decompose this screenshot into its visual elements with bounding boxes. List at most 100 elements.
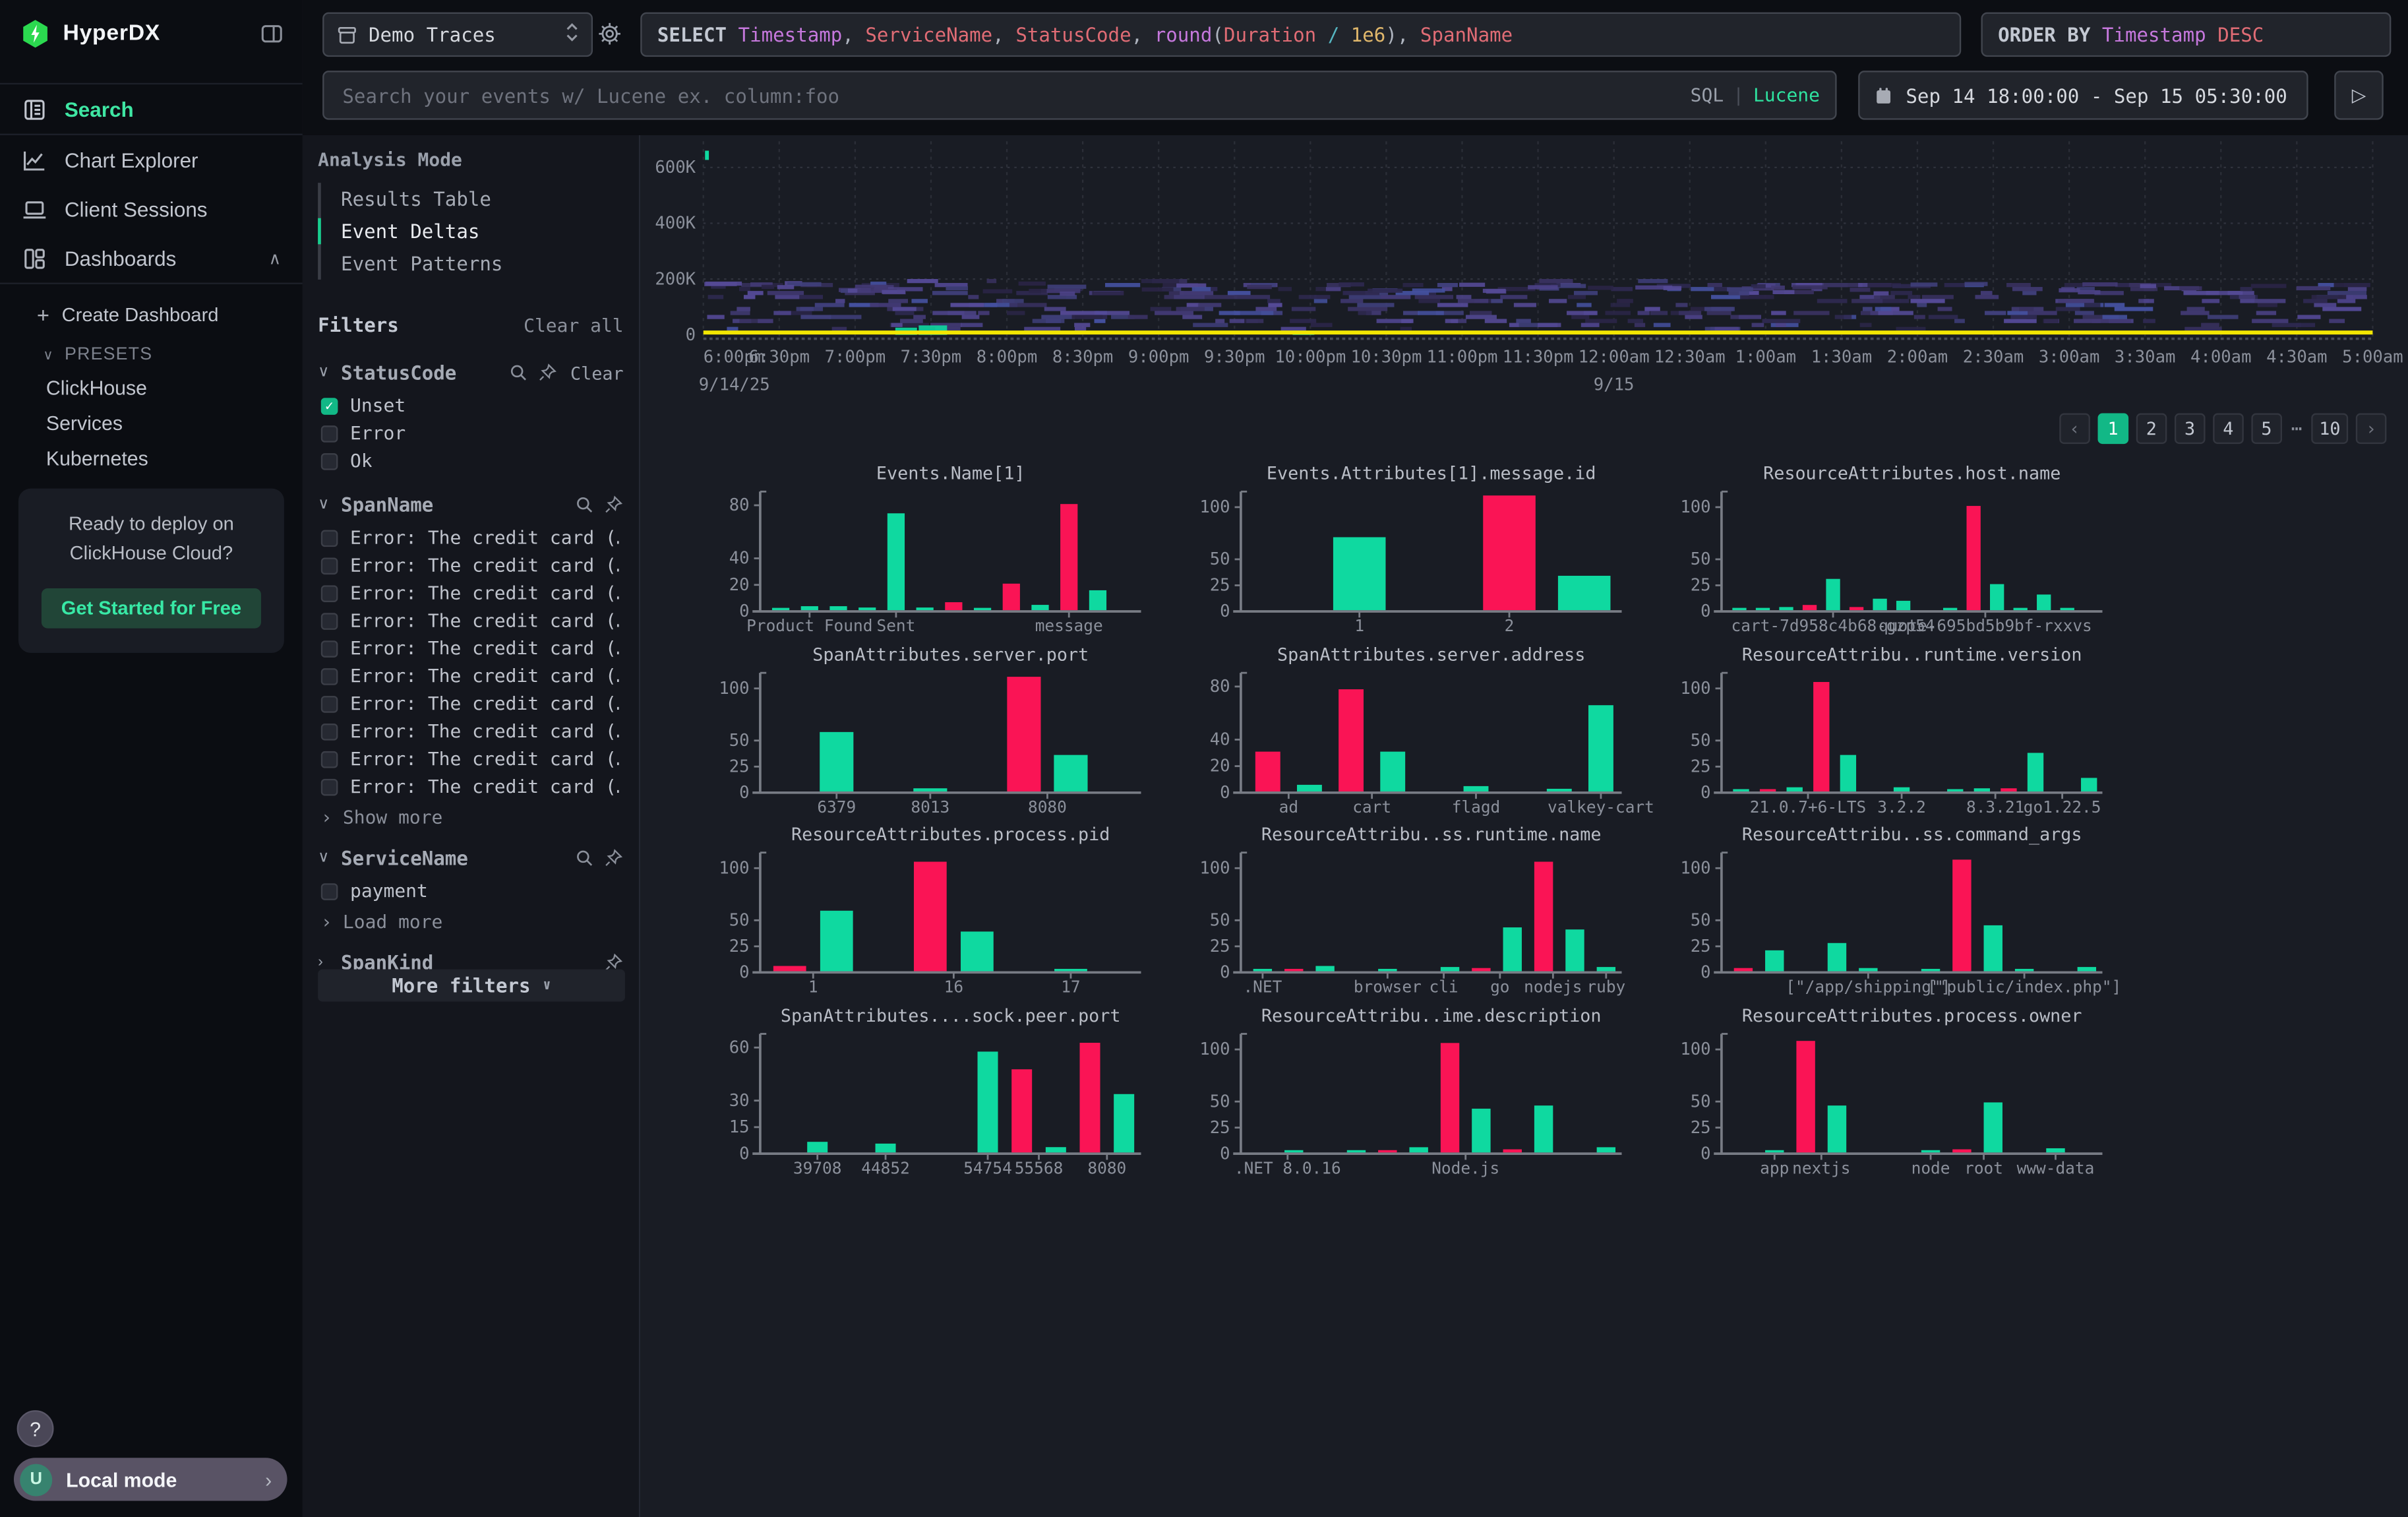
order-by-input[interactable]: ORDER BY Timestamp DESC (1981, 13, 2392, 57)
svg-text:1:30am: 1:30am (1811, 348, 1873, 367)
svg-text:8013: 8013 (911, 797, 949, 816)
local-mode-button[interactable]: U Local mode › (14, 1458, 287, 1501)
query-token: ), (1385, 23, 1420, 46)
svg-text:25: 25 (1210, 576, 1230, 596)
search-input[interactable] (340, 82, 1678, 109)
checkbox-checked[interactable]: ✓ (321, 397, 338, 414)
checkbox[interactable] (321, 529, 338, 546)
svg-text:8:00pm: 8:00pm (977, 348, 1038, 367)
filter-option[interactable]: Error: The credit card (… (303, 635, 639, 662)
analysis-mode-results-table[interactable]: Results Table (321, 183, 639, 215)
query-token: DESC (2217, 23, 2264, 46)
checkbox[interactable] (321, 557, 338, 574)
analysis-mode-event-deltas[interactable]: Event Deltas (321, 215, 639, 247)
more-filters-button[interactable]: More filters ∨ (318, 970, 625, 1002)
svg-text:0: 0 (739, 1143, 749, 1163)
search-icon[interactable] (574, 848, 594, 868)
clear-group-button[interactable]: Clear (570, 361, 624, 383)
svg-text:4:00am: 4:00am (2190, 348, 2252, 367)
svg-text:15: 15 (729, 1117, 750, 1136)
filter-option-label: Error (350, 422, 406, 444)
checkbox[interactable] (321, 452, 338, 470)
query-token: SpanName (1420, 23, 1513, 46)
filter-option[interactable]: Ok (303, 447, 639, 475)
pagination-page-2[interactable]: 2 (2136, 414, 2167, 445)
pagination-page-5[interactable]: 5 (2251, 414, 2282, 445)
filter-option[interactable]: Error: The credit card (… (303, 745, 639, 773)
sidebar-item-client-sessions[interactable]: Client Sessions (0, 184, 303, 233)
filter-option[interactable]: Error: The credit card (… (303, 662, 639, 690)
footer-label: Load more (343, 911, 442, 933)
svg-text:ResourceAttributes.process.own: ResourceAttributes.process.owner (1742, 1005, 2082, 1026)
preset-item-clickhouse[interactable]: ClickHouse (0, 370, 303, 406)
search-icon[interactable] (509, 363, 529, 383)
filter-option[interactable]: payment (303, 877, 639, 905)
search-bar: SQL | Lucene (322, 71, 1836, 120)
checkbox[interactable] (321, 723, 338, 740)
analysis-mode-list: Results TableEvent DeltasEvent Patterns (318, 183, 639, 280)
svg-text:6379: 6379 (817, 797, 856, 816)
pagination-page-4[interactable]: 4 (2213, 414, 2244, 445)
gear-icon[interactable] (597, 22, 622, 54)
load-more-button[interactable]: ›Load more (303, 905, 639, 933)
sidebar-item-dashboards[interactable]: Dashboards∧ (0, 233, 303, 284)
filter-option[interactable]: Error: The credit card (… (303, 607, 639, 635)
filter-option[interactable]: Error: The credit card (… (303, 718, 639, 745)
pin-icon[interactable] (603, 495, 623, 514)
show-more-button[interactable]: ›Show more (303, 800, 639, 828)
checkbox[interactable] (321, 667, 338, 685)
create-dashboard-button[interactable]: + Create Dashboard (0, 284, 303, 330)
filter-option-label: Error: The credit card (… (350, 776, 619, 797)
collapse-sidebar-icon[interactable] (260, 22, 284, 46)
checkbox[interactable] (321, 640, 338, 657)
filter-option[interactable]: Error (303, 419, 639, 447)
filter-group-header[interactable]: ∨StatusCodeClear (303, 352, 639, 392)
svg-text:cart: cart (1352, 797, 1391, 816)
checkbox[interactable] (321, 751, 338, 768)
pagination-page-last[interactable]: 10 (2312, 414, 2349, 445)
mini-chart-c2: Events.Attributes[1].message.id100502501… (1167, 461, 1635, 638)
pin-icon[interactable] (603, 848, 623, 868)
pin-icon[interactable] (538, 363, 558, 383)
lucene-mode-button[interactable]: Lucene (1753, 84, 1820, 106)
filter-group-header[interactable]: ∨SpanName (303, 484, 639, 524)
sidebar-item-chart-explorer[interactable]: Chart Explorer (0, 135, 303, 185)
app-root: HyperDX SearchChart ExplorerClient Sessi… (0, 0, 2408, 1517)
filter-option[interactable]: Error: The credit card (… (303, 551, 639, 579)
filter-option[interactable]: Error: The credit card (… (303, 773, 639, 801)
checkbox[interactable] (321, 612, 338, 629)
svg-text:2:30am: 2:30am (1963, 348, 2024, 367)
help-button[interactable]: ? (17, 1410, 54, 1447)
sql-mode-button[interactable]: SQL (1691, 84, 1724, 106)
clear-all-button[interactable]: Clear all (524, 314, 623, 336)
get-started-button[interactable]: Get Started for Free (42, 588, 261, 628)
filter-option[interactable]: Error: The credit card (… (303, 579, 639, 607)
checkbox[interactable] (321, 882, 338, 900)
pagination-page-1[interactable]: 1 (2097, 414, 2128, 445)
svg-text:10:30pm: 10:30pm (1350, 348, 1422, 367)
run-query-button[interactable]: ▷ (2334, 71, 2384, 120)
svg-text:0: 0 (1701, 782, 1710, 802)
filter-option[interactable]: Error: The credit card (… (303, 690, 639, 718)
checkbox[interactable] (321, 778, 338, 795)
svg-text:www-data: www-data (2017, 1158, 2095, 1177)
sidebar-item-search[interactable]: Search (0, 83, 303, 135)
analysis-mode-event-patterns[interactable]: Event Patterns (321, 247, 639, 280)
date-range-picker[interactable]: Sep 14 18:00:00 - Sep 15 05:30:00 (1858, 71, 2308, 120)
checkbox[interactable] (321, 425, 338, 442)
presets-toggle[interactable]: ∨ PRESETS (0, 330, 303, 371)
checkbox[interactable] (321, 695, 338, 712)
filter-option[interactable]: Error: The credit card (… (303, 524, 639, 551)
search-icon[interactable] (574, 495, 594, 514)
chevron-down-icon: ∨ (43, 346, 54, 363)
pagination-next-button[interactable]: › (2356, 414, 2387, 445)
pagination-page-3[interactable]: 3 (2175, 414, 2206, 445)
filter-group-header[interactable]: ∨ServiceName (303, 837, 639, 877)
preset-item-kubernetes[interactable]: Kubernetes (0, 441, 303, 476)
pagination-prev-button[interactable]: ‹ (2059, 414, 2090, 445)
checkbox[interactable] (321, 584, 338, 602)
select-query-input[interactable]: SELECT Timestamp, ServiceName, StatusCod… (640, 13, 1961, 57)
source-select[interactable]: Demo Traces (322, 13, 593, 57)
filter-option[interactable]: ✓Unset (303, 392, 639, 419)
preset-item-services[interactable]: Services (0, 406, 303, 441)
